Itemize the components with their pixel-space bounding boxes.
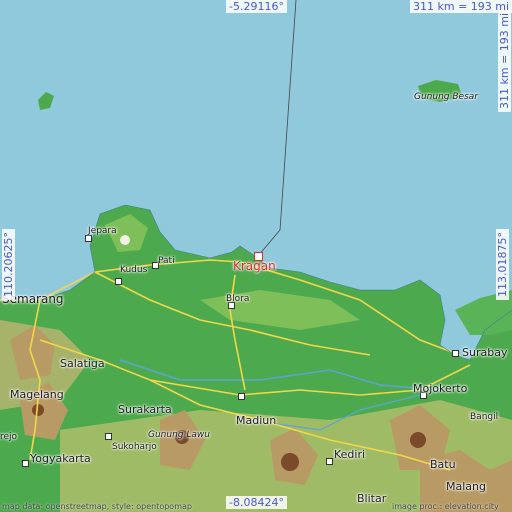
label-jepara: Jepara: [88, 226, 117, 236]
label-surabaya: Surabay: [462, 346, 508, 359]
lat-top: -5.29116°: [226, 0, 287, 13]
peak-arjuno: [410, 432, 426, 448]
label-pati: Pati: [158, 256, 175, 266]
label-sukoharjo: Sukoharjo: [112, 442, 157, 452]
small-island-west: [38, 92, 54, 110]
label-batu: Batu: [430, 458, 456, 471]
label-gunung-besar: Gunung Besar: [414, 92, 478, 102]
label-kudus: Kudus: [120, 265, 148, 275]
peak-wilis: [281, 453, 299, 471]
label-blitar: Blitar: [357, 492, 387, 505]
lon-right: 113.01875°: [496, 229, 509, 300]
town-dot-surabaya: [452, 350, 459, 357]
label-rejo: rejo: [0, 432, 18, 442]
label-salatiga: Salatiga: [60, 357, 105, 370]
town-dot-yogyakarta: [22, 460, 29, 467]
lon-left: 110.20625°: [2, 229, 15, 300]
peak-muria: [120, 235, 130, 245]
label-malang: Malang: [446, 480, 486, 493]
label-magelang: Magelang: [10, 388, 64, 401]
town-dot-kediri: [326, 458, 333, 465]
label-gunung-lawu: Gunung Lawu: [148, 430, 210, 440]
label-surakarta: Surakarta: [118, 403, 172, 416]
scale-top: 311 km = 193 mi: [410, 0, 512, 13]
attribution-left[interactable]: map data: openstreetmap, style: opentopo…: [2, 502, 192, 511]
lat-bottom: -8.08424°: [226, 496, 287, 509]
town-dot-kudus: [115, 278, 122, 285]
attribution-right[interactable]: image proc.: elevation.city: [392, 502, 499, 511]
label-kediri: Kediri: [334, 448, 366, 461]
label-madiun: Madiun: [236, 414, 277, 427]
label-yogyakarta: Yogyakarta: [30, 452, 91, 465]
scale-right: 311 km = 193 mi: [498, 9, 511, 112]
town-dot-jepara: [85, 235, 92, 242]
town-dot-madiun: [238, 393, 245, 400]
town-dot-sukoharjo: [105, 433, 112, 440]
label-kragan[interactable]: Kragan: [233, 259, 276, 273]
label-bangil: Bangil: [470, 412, 499, 422]
label-blora: Blora: [226, 294, 250, 304]
label-mojokerto: Mojokerto: [413, 382, 468, 395]
map-canvas[interactable]: Jepara Pati Kudus Kragan Blora Semarang …: [0, 0, 512, 512]
pointer-line: [257, 0, 297, 257]
